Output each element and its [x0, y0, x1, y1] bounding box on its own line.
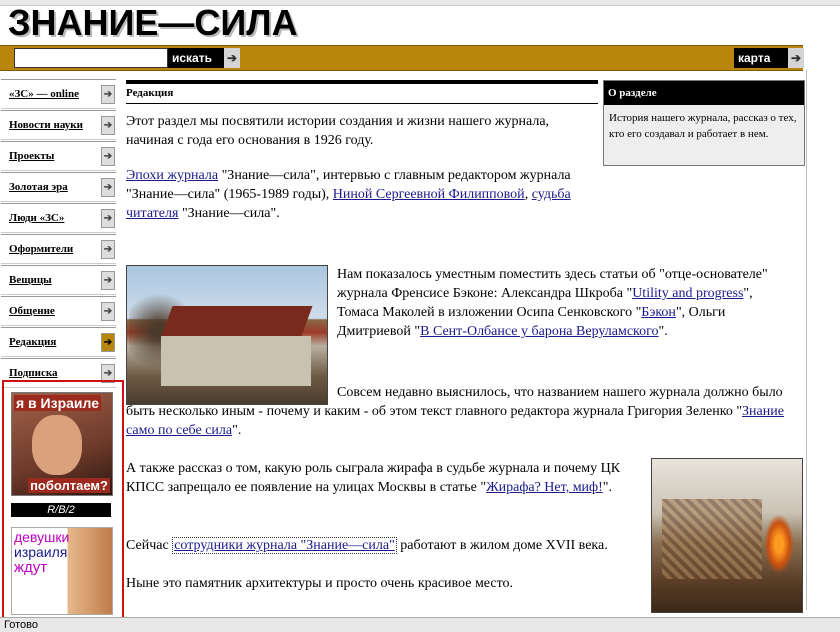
nav-item-label: Оформители [9, 243, 74, 255]
ad-text: девушки [14, 529, 70, 545]
ad-text: поболтаем? [28, 478, 110, 493]
arrow-right-icon: ➔ [101, 85, 115, 104]
text: ". [232, 423, 242, 438]
link-bacon[interactable]: Бэкон [641, 305, 676, 320]
nav-item-label: Редакция [9, 336, 57, 348]
text: ". [658, 324, 668, 339]
arrow-right-icon: ➔ [224, 48, 240, 68]
page-right-border [806, 70, 807, 610]
arrow-right-icon: ➔ [788, 48, 804, 68]
roof-shape [161, 306, 313, 336]
text: , [524, 187, 532, 202]
monument-paragraph: Ныне это памятник архитектуры и просто о… [126, 576, 514, 591]
arrow-right-icon: ➔ [101, 333, 115, 352]
link-filippova[interactable]: Ниной Сергеевной Филипповой [333, 187, 525, 202]
ad-text: израиля [14, 544, 68, 560]
text: работают в жилом доме XVII века. [396, 538, 608, 553]
search-input[interactable] [14, 48, 168, 68]
nav-item-label: Проекты [9, 150, 55, 162]
nav-item-label: Общение [9, 305, 55, 317]
link-giraffe[interactable]: Жирафа? Нет, миф! [486, 480, 603, 495]
nav-item-label: Люди «ЗС» [9, 212, 65, 224]
epochs-paragraph: Эпохи журнала "Знание—сила", интервью с … [126, 166, 596, 223]
about-title: О разделе [604, 81, 804, 105]
nav-item-people[interactable]: Люди «ЗС» ➔ [1, 203, 116, 233]
staff-paragraph: Сейчас сотрудники журнала "Знание—сила" … [126, 536, 646, 555]
nav-item-editorial[interactable]: Редакция ➔ [1, 327, 116, 357]
nav-item-communication[interactable]: Общение ➔ [1, 296, 116, 326]
section-top-bar [126, 80, 598, 84]
nav-item-label: Вещицы [9, 274, 52, 286]
wall-shape [161, 336, 311, 386]
nav-item-label: Подписка [9, 367, 58, 379]
arrow-right-icon: ➔ [101, 302, 115, 321]
search-bar: искать ➔ карта ➔ [0, 45, 804, 71]
arrow-right-icon: ➔ [101, 209, 115, 228]
arrow-right-icon: ➔ [101, 178, 115, 197]
link-utility-progress[interactable]: Utility and progress [632, 286, 743, 301]
nav-item-label: Золотая эра [9, 181, 68, 193]
bacon-paragraph: Нам показалось уместным поместить здесь … [337, 265, 797, 341]
text: "Знание—сила". [178, 206, 280, 221]
objects-shape [662, 499, 762, 579]
text: ". [602, 480, 613, 495]
section-title: Редакция [126, 87, 174, 99]
ad-israel-chat[interactable]: я в Израиле поболтаем? [11, 392, 113, 496]
link-epochs[interactable]: Эпохи журнала [126, 168, 218, 183]
map-button[interactable]: карта ➔ [734, 48, 804, 68]
ad-israel-girls[interactable]: девушки израиля ждут [11, 527, 113, 615]
arrow-right-icon: ➔ [101, 271, 115, 290]
nav-item-online[interactable]: «ЗС» — online ➔ [1, 79, 116, 109]
nav-item-things[interactable]: Вещицы ➔ [1, 265, 116, 295]
text: Сейчас [126, 538, 173, 553]
main-content: Этот раздел мы посвятили истории создани… [126, 112, 596, 239]
nav-item-projects[interactable]: Проекты ➔ [1, 141, 116, 171]
status-bar: Готово [0, 617, 840, 632]
nav-item-label: Новости науки [9, 119, 83, 131]
search-button[interactable]: искать ➔ [168, 48, 240, 68]
text: Совсем недавно выяснилось, что названием… [126, 385, 783, 419]
arrow-right-icon: ➔ [101, 240, 115, 259]
ad-text: я в Израиле [14, 395, 102, 411]
arrow-right-icon: ➔ [101, 147, 115, 166]
intro-paragraph: Этот раздел мы посвятили истории создани… [126, 114, 550, 148]
map-button-label: карта [738, 51, 771, 65]
nav-item-science-news[interactable]: Новости науки ➔ [1, 110, 116, 140]
ad-text: ждут [14, 559, 48, 576]
giraffe-paragraph: А также рассказ о том, какую роль сыграл… [126, 459, 646, 497]
ad-face-image [32, 415, 82, 475]
arrow-right-icon: ➔ [101, 116, 115, 135]
link-st-albans[interactable]: В Сент-Олбансе у барона Веруламского [420, 324, 658, 339]
flame-shape [764, 514, 794, 574]
site-logo[interactable]: ЗНАНИЕ—СИЛА [8, 2, 298, 44]
museum-photo [651, 458, 803, 613]
nav-item-golden-era[interactable]: Золотая эра ➔ [1, 172, 116, 202]
section-divider [126, 103, 598, 104]
about-section-box: О разделе История нашего журнала, расска… [603, 80, 805, 166]
sidebar-nav: «ЗС» — online ➔ Новости науки ➔ Проекты … [1, 79, 116, 389]
title-paragraph: Совсем недавно выяснилось, что названием… [126, 383, 796, 440]
search-button-label: искать [172, 51, 212, 65]
status-text: Готово [4, 619, 38, 631]
ad-rb2-logo[interactable]: R/B/2 [11, 503, 111, 517]
ad-banner-box: я в Израиле поболтаем? R/B/2 девушки изр… [2, 380, 124, 621]
link-staff[interactable]: сотрудники журнала "Знание—сила" [172, 537, 397, 554]
nav-item-designers[interactable]: Оформители ➔ [1, 234, 116, 264]
about-text: История нашего журнала, рассказ о тех, к… [609, 112, 797, 140]
nav-item-label: «ЗС» — online [9, 88, 79, 100]
